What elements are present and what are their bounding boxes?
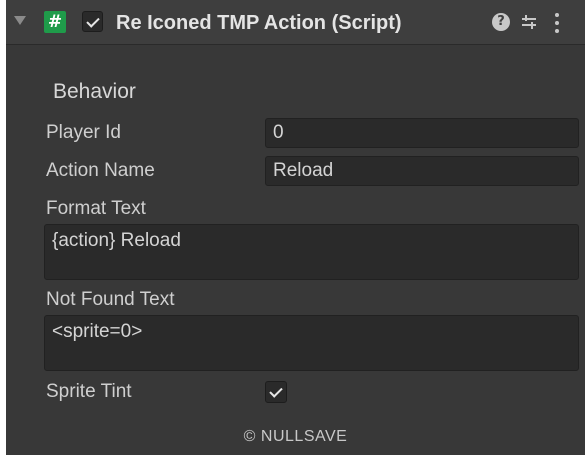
sprite-tint-label: Sprite Tint (46, 381, 132, 402)
sprite-tint-checkbox[interactable] (265, 381, 287, 403)
script-icon: # (44, 11, 66, 33)
format-text-area[interactable]: {action} Reload (44, 224, 579, 280)
foldout-arrow-icon[interactable] (14, 16, 26, 25)
action-name-label: Action Name (46, 160, 155, 181)
not-found-text-label: Not Found Text (46, 289, 175, 310)
inspector-component-panel: # Re Iconed TMP Action (Script) ? Behavi… (6, 0, 585, 455)
preset-icon[interactable] (520, 12, 538, 32)
component-title: Re Iconed TMP Action (Script) (116, 12, 402, 34)
player-id-label: Player Id (46, 122, 121, 143)
action-name-field[interactable]: Reload (265, 156, 579, 186)
footer-copyright: © NULLSAVE (243, 428, 348, 445)
format-text-label: Format Text (46, 198, 146, 219)
component-header[interactable]: # Re Iconed TMP Action (Script) ? (6, 0, 585, 45)
help-icon[interactable]: ? (492, 13, 510, 31)
checkmark-icon (85, 13, 100, 28)
component-enable-checkbox[interactable] (82, 11, 103, 32)
player-id-field[interactable]: 0 (265, 118, 579, 148)
not-found-text-area[interactable]: <sprite=0> (44, 315, 579, 371)
checkmark-icon (269, 384, 283, 398)
behavior-section-label: Behavior (53, 80, 136, 103)
context-menu-icon[interactable] (552, 12, 562, 34)
